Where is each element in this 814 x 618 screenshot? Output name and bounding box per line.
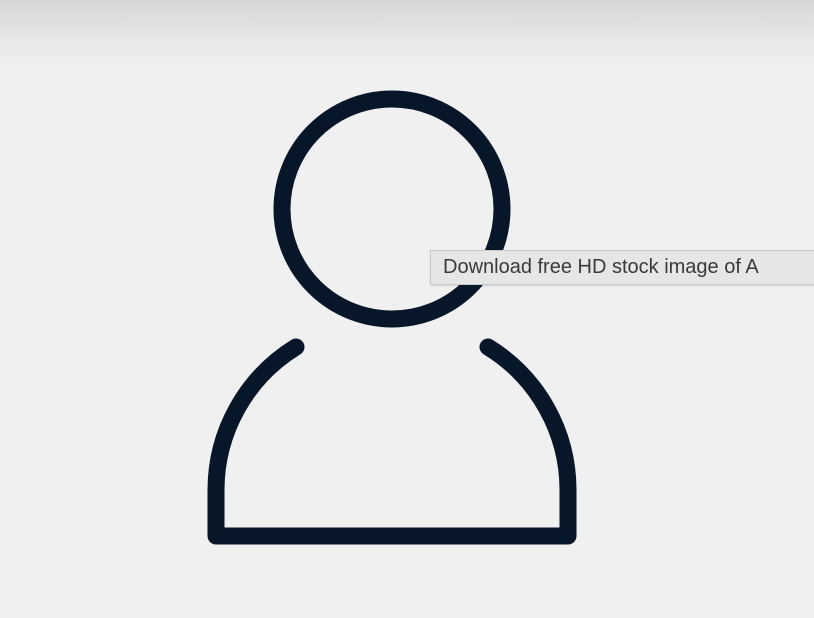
image-tooltip: Download free HD stock image of A — [430, 250, 814, 285]
user-head — [273, 90, 511, 328]
user-icon — [207, 90, 577, 545]
user-body — [207, 338, 577, 545]
